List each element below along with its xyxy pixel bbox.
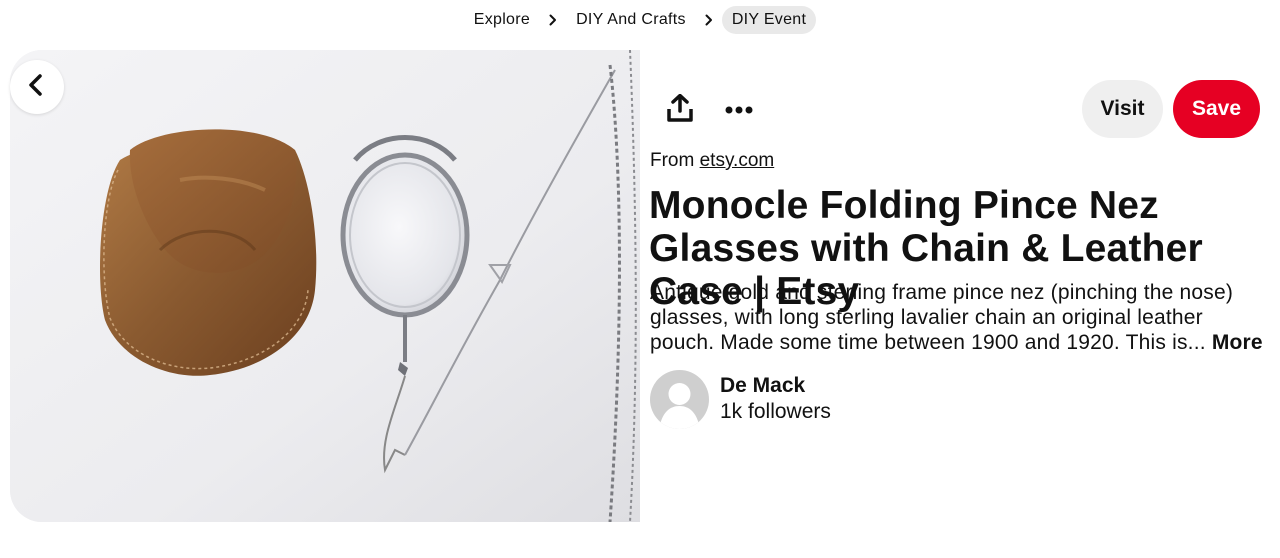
creator-name[interactable]: De Mack <box>720 374 805 398</box>
more-options-button[interactable] <box>715 86 763 134</box>
breadcrumb: Explore DIY And Crafts DIY Event <box>0 5 1280 35</box>
save-button[interactable]: Save <box>1173 80 1260 138</box>
share-upload-icon <box>667 93 693 127</box>
chevron-left-icon <box>25 73 49 102</box>
chevron-right-icon <box>700 11 718 29</box>
more-link[interactable]: More <box>1212 331 1263 354</box>
pin-description-text: Antique gold and sterling frame pince ne… <box>650 281 1234 354</box>
avatar[interactable] <box>650 370 709 429</box>
breadcrumb-explore[interactable]: Explore <box>464 6 540 34</box>
more-options-icon <box>725 101 753 119</box>
share-button[interactable] <box>656 86 704 134</box>
breadcrumb-diy-event[interactable]: DIY Event <box>721 6 817 34</box>
pin-source: From etsy.com <box>650 150 774 172</box>
pin-description: Antique gold and sterling frame pince ne… <box>650 280 1265 355</box>
chevron-right-icon <box>544 11 562 29</box>
breadcrumb-diy-and-crafts[interactable]: DIY And Crafts <box>566 6 696 34</box>
source-prefix: From <box>650 150 695 171</box>
pin-image[interactable] <box>10 50 640 522</box>
visit-button[interactable]: Visit <box>1082 80 1163 138</box>
back-button[interactable] <box>10 60 64 114</box>
source-link[interactable]: etsy.com <box>700 150 775 171</box>
follower-count: 1k followers <box>720 400 831 423</box>
